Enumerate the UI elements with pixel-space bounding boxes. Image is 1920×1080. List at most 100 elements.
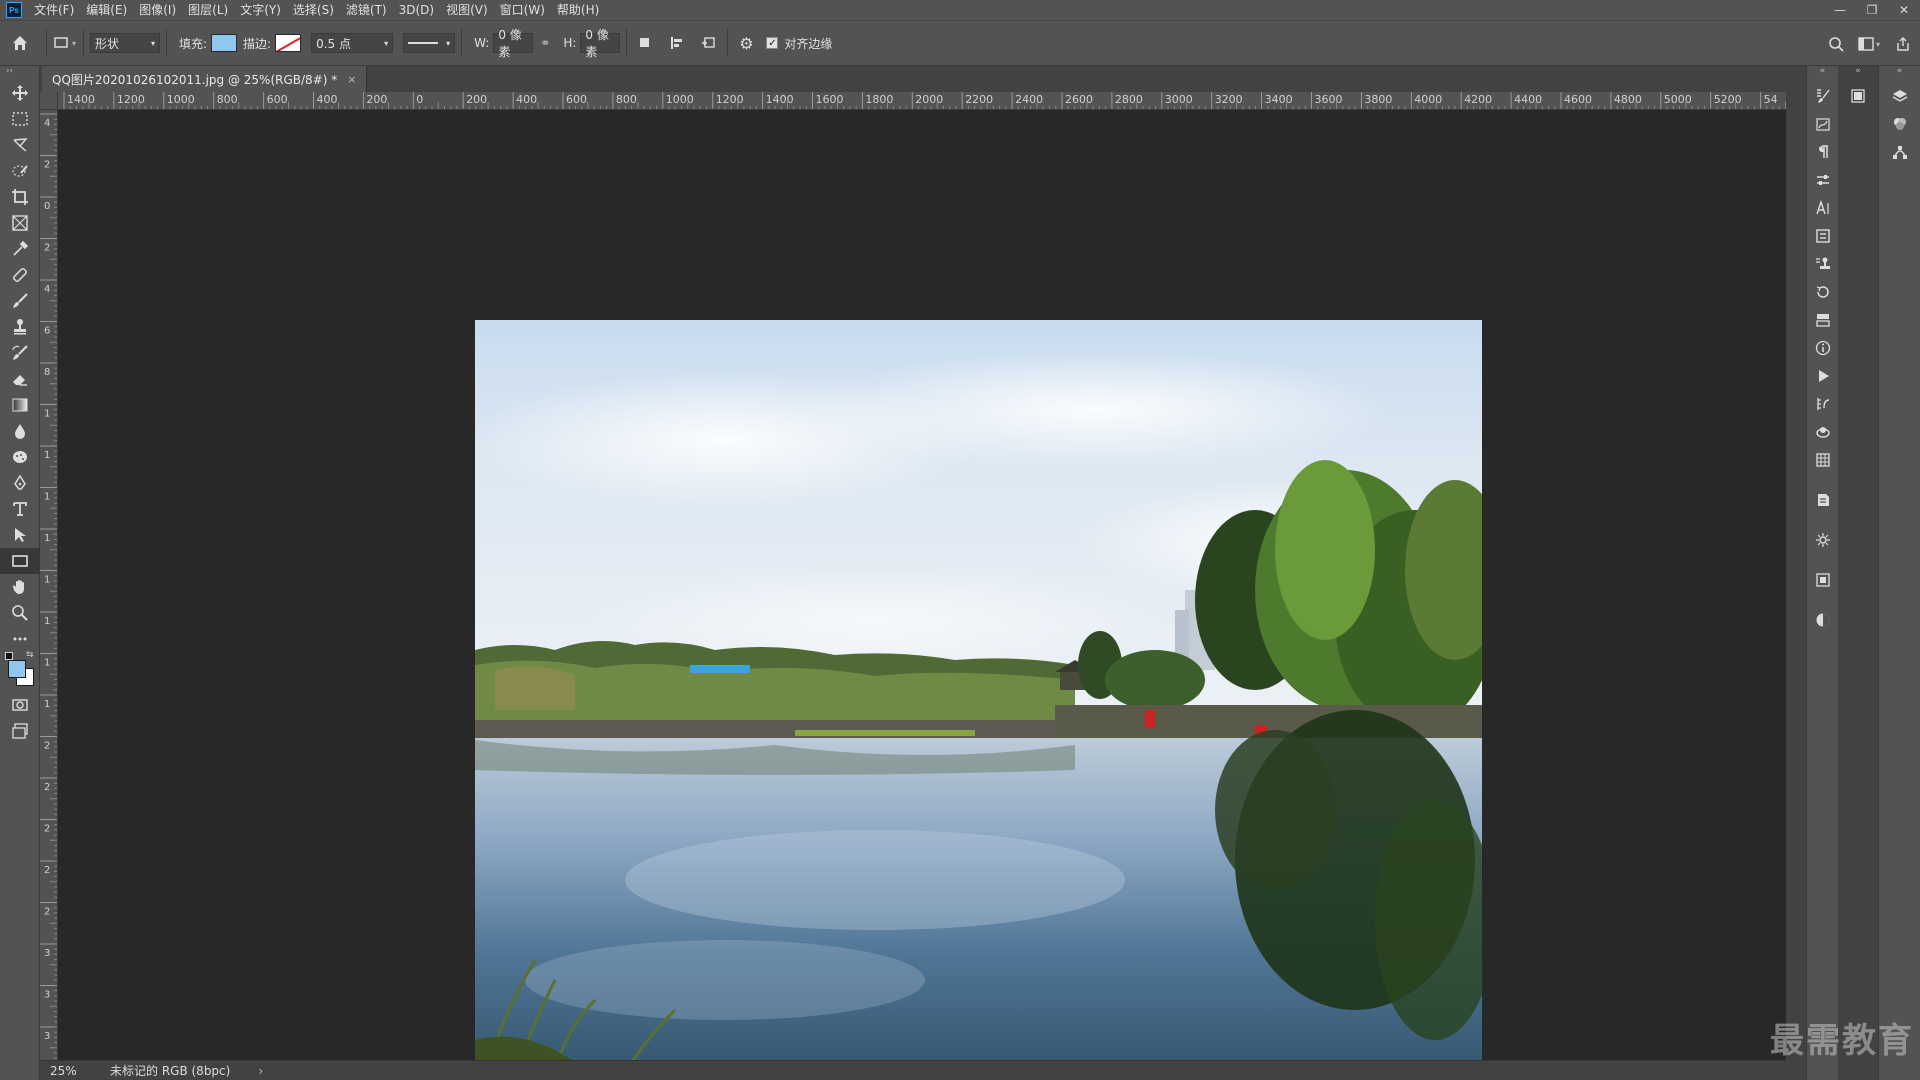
height-field[interactable]: 0 像素 xyxy=(580,28,621,59)
right-scroll-track[interactable] xyxy=(1786,66,1806,1080)
healing-brush-tool[interactable] xyxy=(0,262,40,288)
frame-tool[interactable] xyxy=(0,210,40,236)
default-colors-icon[interactable] xyxy=(5,652,13,660)
clone-source-icon[interactable] xyxy=(1807,250,1839,278)
eyedropper-tool[interactable] xyxy=(0,236,40,262)
3d-icon[interactable] xyxy=(1807,418,1839,446)
swap-colors-icon[interactable]: ⇆ xyxy=(26,650,34,660)
properties-sun-icon[interactable] xyxy=(1807,526,1839,554)
actions-play-icon[interactable] xyxy=(1807,362,1839,390)
ps-logo-icon[interactable]: Ps xyxy=(6,2,22,18)
menu-item[interactable]: 窗口(W) xyxy=(494,0,551,20)
menu-item[interactable]: 选择(S) xyxy=(287,0,340,20)
move-tool[interactable] xyxy=(0,80,40,106)
width-field[interactable]: 0 像素 xyxy=(493,28,534,59)
zoom-tool[interactable] xyxy=(0,600,40,626)
search-icon[interactable] xyxy=(1820,32,1852,56)
dodge-tool[interactable] xyxy=(0,444,40,470)
link-icon[interactable]: ⚭ xyxy=(533,31,557,55)
foreground-color-chip[interactable] xyxy=(8,660,26,678)
libraries-icon[interactable] xyxy=(1807,566,1839,594)
rectangle-tool[interactable] xyxy=(0,548,40,574)
restore-icon[interactable]: ❐ xyxy=(1856,0,1888,20)
pen-tool[interactable] xyxy=(0,470,40,496)
quick-mask-button[interactable] xyxy=(0,692,40,718)
collapse-panel-icon[interactable]: « xyxy=(1807,66,1838,82)
ruler-h-label: 3600 xyxy=(1315,93,1343,106)
path-alignment-icon[interactable] xyxy=(665,31,689,55)
lasso-tool[interactable] xyxy=(0,132,40,158)
gradient-tool[interactable] xyxy=(0,392,40,418)
share-icon[interactable] xyxy=(1886,32,1920,56)
notes-icon[interactable] xyxy=(1807,486,1839,514)
swatches-icon[interactable] xyxy=(1838,82,1878,110)
ruler-h-label: 600 xyxy=(267,93,288,106)
glyphs-icon[interactable] xyxy=(1807,222,1839,250)
menu-item[interactable]: 编辑(E) xyxy=(80,0,133,20)
home-button[interactable] xyxy=(0,20,40,66)
path-arrangement-icon[interactable] xyxy=(697,31,721,55)
quick-selection-tool[interactable] xyxy=(0,158,40,184)
screen-mode-button[interactable] xyxy=(0,718,40,744)
tool-mode-select[interactable]: 形状 ▾ xyxy=(90,33,160,53)
menu-item[interactable]: 图像(I) xyxy=(133,0,182,20)
brush-settings-icon[interactable] xyxy=(1807,82,1839,110)
menu-item[interactable]: 图层(L) xyxy=(182,0,234,20)
history-icon[interactable] xyxy=(1807,278,1839,306)
workspace-icon[interactable]: ▾ xyxy=(1852,32,1886,56)
minimize-icon[interactable]: — xyxy=(1824,0,1856,20)
menu-item[interactable]: 视图(V) xyxy=(440,0,494,20)
measurement-icon[interactable] xyxy=(1807,390,1839,418)
right-panel-dock-1: « xyxy=(1806,66,1838,1080)
path-selection-tool[interactable] xyxy=(0,522,40,548)
character-icon[interactable] xyxy=(1807,194,1839,222)
document-image-lake-landscape[interactable] xyxy=(475,320,1482,1073)
clone-stamp-tool[interactable] xyxy=(0,314,40,340)
fill-color-swatch[interactable] xyxy=(211,34,238,52)
vertical-ruler[interactable]: 4 2 0 2 4 6 8 1 1 1 1 1 1 1 1 2 2 2 2 2 3 3 3 xyxy=(40,110,58,1060)
status-menu-arrow[interactable]: › xyxy=(258,1064,263,1078)
tool-presets-icon[interactable] xyxy=(1807,306,1839,334)
menu-item[interactable]: 3D(D) xyxy=(393,0,440,20)
collapse-panel-icon-3[interactable]: « xyxy=(1879,66,1920,82)
menu-item[interactable]: 文件(F) xyxy=(28,0,80,20)
close-icon[interactable]: × xyxy=(347,73,356,86)
stroke-width-field[interactable]: 0.5 点 ▾ xyxy=(311,33,394,53)
canvas-area[interactable] xyxy=(58,110,1786,1073)
marquee-tool[interactable] xyxy=(0,106,40,132)
eraser-tool[interactable] xyxy=(0,366,40,392)
paragraph-icon[interactable] xyxy=(1807,138,1839,166)
align-edges-checkbox[interactable]: ✓ xyxy=(766,37,779,49)
crop-tool[interactable] xyxy=(0,184,40,210)
stroke-type-select[interactable]: ▾ xyxy=(403,33,456,53)
ruler-origin[interactable] xyxy=(40,92,58,110)
collapse-tools-icon[interactable]: ›› xyxy=(0,66,39,80)
menu-item[interactable]: 帮助(H) xyxy=(551,0,605,20)
ruler-h-label: 4800 xyxy=(1614,93,1642,106)
color-wheel-icon[interactable] xyxy=(1807,606,1839,634)
collapse-panel-icon-2[interactable]: « xyxy=(1838,66,1878,82)
history-brush-tool[interactable] xyxy=(0,340,40,366)
type-tool[interactable] xyxy=(0,496,40,522)
document-tab[interactable]: QQ图片20201026102011.jpg @ 25%(RGB/8#) * × xyxy=(42,66,368,92)
hand-tool[interactable] xyxy=(0,574,40,600)
timeline-table-icon[interactable] xyxy=(1807,446,1839,474)
menu-item[interactable]: 滤镜(T) xyxy=(340,0,393,20)
info-icon[interactable] xyxy=(1807,334,1839,362)
close-window-icon[interactable]: ✕ xyxy=(1888,0,1920,20)
gear-icon[interactable]: ⚙ xyxy=(734,31,758,55)
channels-icon[interactable] xyxy=(1879,110,1920,138)
brushes-icon[interactable] xyxy=(1807,110,1839,138)
brush-tool[interactable] xyxy=(0,288,40,314)
zoom-level-field[interactable]: 25% xyxy=(40,1064,90,1078)
horizontal-ruler[interactable]: 1400 1200 1000 800 600 400 200 0 200 400 600 800 100… xyxy=(58,92,1786,110)
menu-item[interactable]: 文字(Y) xyxy=(234,0,287,20)
tool-preset-picker[interactable]: ▾ xyxy=(53,31,77,55)
edit-toolbar-button[interactable] xyxy=(0,626,40,652)
blur-tool[interactable] xyxy=(0,418,40,444)
adjustments-icon[interactable] xyxy=(1807,166,1839,194)
layers-icon[interactable] xyxy=(1879,82,1920,110)
stroke-color-swatch[interactable] xyxy=(275,34,302,52)
paths-icon[interactable] xyxy=(1879,138,1920,166)
path-operations-icon[interactable] xyxy=(633,31,657,55)
